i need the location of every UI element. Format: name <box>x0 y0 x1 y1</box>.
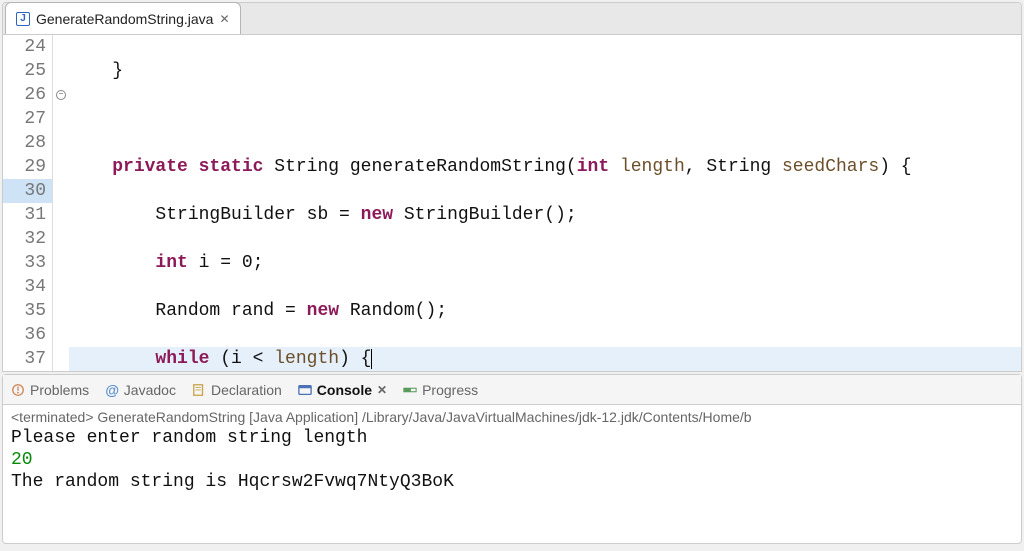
view-progress[interactable]: Progress <box>403 382 478 398</box>
view-label: Problems <box>30 382 89 398</box>
javadoc-icon: @ <box>105 382 119 398</box>
code-line <box>69 253 155 273</box>
view-label: Progress <box>422 382 478 398</box>
param: seedChars <box>782 157 879 177</box>
progress-icon <box>403 383 417 397</box>
code-line: String generateRandomString( <box>263 157 576 177</box>
editor-tab[interactable]: J GenerateRandomString.java ✕ <box>5 2 241 34</box>
close-icon[interactable]: ✕ <box>219 12 229 26</box>
declaration-icon <box>192 383 206 397</box>
editor-tab-filename: GenerateRandomString.java <box>36 11 213 27</box>
java-file-icon: J <box>16 12 30 26</box>
folding-ruler: − <box>53 35 69 371</box>
view-declaration[interactable]: Declaration <box>192 382 282 398</box>
close-icon[interactable]: ✕ <box>377 383 387 397</box>
code-line: Random rand = <box>69 301 307 321</box>
console-line: Please enter random string length <box>11 428 367 448</box>
code-line: ) { <box>339 349 371 369</box>
editor-tab-bar: J GenerateRandomString.java ✕ <box>3 3 1021 35</box>
console-icon <box>298 383 312 397</box>
console-line: The random string is Hqcrsw2Fvwq7NtyQ3Bo… <box>11 472 454 492</box>
editor-panel: J GenerateRandomString.java ✕ 24 25 26 2… <box>2 2 1022 372</box>
code-line: } <box>69 61 123 81</box>
code-line: (i < <box>209 349 274 369</box>
text-cursor <box>371 349 372 369</box>
code-line <box>69 349 155 369</box>
console-user-input: 20 <box>11 450 33 470</box>
view-console[interactable]: Console ✕ <box>298 382 387 398</box>
keyword: new <box>361 205 393 225</box>
view-label: Declaration <box>211 382 282 398</box>
line-number-ruler: 24 25 26 27 28 29 30 31 32 33 34 35 36 3… <box>3 35 53 371</box>
console-output[interactable]: Please enter random string length 20 The… <box>3 425 1021 495</box>
problems-icon <box>11 383 25 397</box>
views-tab-bar: Problems @ Javadoc Declaration Console ✕… <box>3 375 1021 405</box>
bottom-panel: Problems @ Javadoc Declaration Console ✕… <box>2 374 1022 544</box>
code-line: StringBuilder sb = <box>69 205 361 225</box>
view-label: Javadoc <box>124 382 176 398</box>
param: length <box>620 157 685 177</box>
code-area[interactable]: 24 25 26 27 28 29 30 31 32 33 34 35 36 3… <box>3 35 1021 371</box>
code-line: Random(); <box>339 301 447 321</box>
code-text[interactable]: } private static String generateRandomSt… <box>69 35 1021 371</box>
view-javadoc[interactable]: @ Javadoc <box>105 382 176 398</box>
code-line: , String <box>685 157 782 177</box>
param: length <box>274 349 339 369</box>
keyword: int <box>155 253 187 273</box>
keyword: while <box>155 349 209 369</box>
console-status: <terminated> GenerateRandomString [Java … <box>3 405 1021 425</box>
code-line: i = 0; <box>188 253 264 273</box>
keyword: new <box>307 301 339 321</box>
keyword: int <box>577 157 609 177</box>
code-line: ) { <box>879 157 911 177</box>
fold-toggle-icon[interactable]: − <box>56 90 66 100</box>
keyword: static <box>199 157 264 177</box>
keyword: private <box>112 157 188 177</box>
view-problems[interactable]: Problems <box>11 382 89 398</box>
code-line: StringBuilder(); <box>393 205 577 225</box>
view-label: Console <box>317 382 372 398</box>
